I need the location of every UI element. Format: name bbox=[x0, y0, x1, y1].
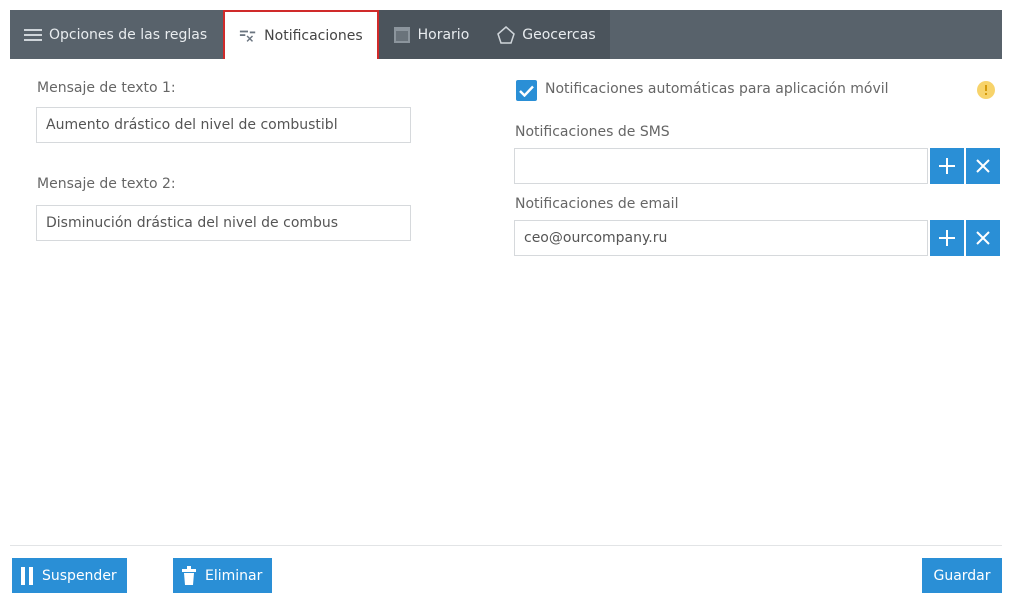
footer-divider bbox=[10, 545, 1002, 546]
plus-icon bbox=[939, 158, 955, 174]
tab-label: Notificaciones bbox=[264, 27, 363, 44]
delete-label: Eliminar bbox=[205, 567, 263, 584]
trash-icon bbox=[181, 565, 197, 586]
save-label: Guardar bbox=[933, 567, 991, 584]
auto-notifications-checkbox[interactable] bbox=[516, 80, 537, 101]
message-1-input[interactable]: Aumento drástico del nivel de combustibl bbox=[36, 107, 411, 143]
sms-label: Notificaciones de SMS bbox=[515, 124, 670, 140]
delete-button[interactable]: Eliminar bbox=[173, 558, 273, 593]
message-2-input[interactable]: Disminución drástica del nivel de combus bbox=[36, 205, 411, 241]
tab-rule-options[interactable]: Opciones de las reglas bbox=[10, 10, 221, 59]
tab-notifications[interactable]: Notificaciones bbox=[223, 10, 379, 59]
tab-label: Horario bbox=[417, 26, 470, 43]
pause-icon bbox=[20, 566, 34, 586]
close-icon bbox=[976, 159, 990, 173]
tab-geofences[interactable]: Geocercas bbox=[483, 10, 610, 59]
email-clear-button[interactable] bbox=[966, 220, 1000, 256]
notifications-icon bbox=[239, 27, 257, 45]
calendar-icon bbox=[393, 26, 411, 44]
suspend-button[interactable]: Suspender bbox=[12, 558, 127, 593]
close-icon bbox=[976, 231, 990, 245]
email-input[interactable]: ceo@ourcompany.ru bbox=[514, 220, 928, 256]
plus-icon bbox=[939, 230, 955, 246]
tab-bar: Opciones de las reglas Notificaciones Ho… bbox=[10, 10, 1002, 59]
tab-label: Opciones de las reglas bbox=[49, 26, 208, 43]
email-label: Notificaciones de email bbox=[515, 196, 679, 212]
message-2-label: Mensaje de texto 2: bbox=[37, 176, 176, 192]
sms-clear-button[interactable] bbox=[966, 148, 1000, 184]
tab-label: Geocercas bbox=[522, 26, 596, 43]
suspend-label: Suspender bbox=[42, 567, 117, 584]
list-settings-icon bbox=[24, 26, 42, 44]
auto-notifications-label: Notificaciones automáticas para aplicaci… bbox=[545, 81, 889, 97]
save-button[interactable]: Guardar bbox=[922, 558, 1002, 593]
message-1-label: Mensaje de texto 1: bbox=[37, 80, 176, 96]
sms-input[interactable] bbox=[514, 148, 928, 184]
sms-add-button[interactable] bbox=[930, 148, 964, 184]
tab-schedule[interactable]: Horario bbox=[378, 10, 484, 59]
checkmark-icon bbox=[519, 85, 534, 97]
info-icon[interactable] bbox=[977, 81, 995, 99]
geofence-icon bbox=[497, 25, 516, 44]
email-add-button[interactable] bbox=[930, 220, 964, 256]
